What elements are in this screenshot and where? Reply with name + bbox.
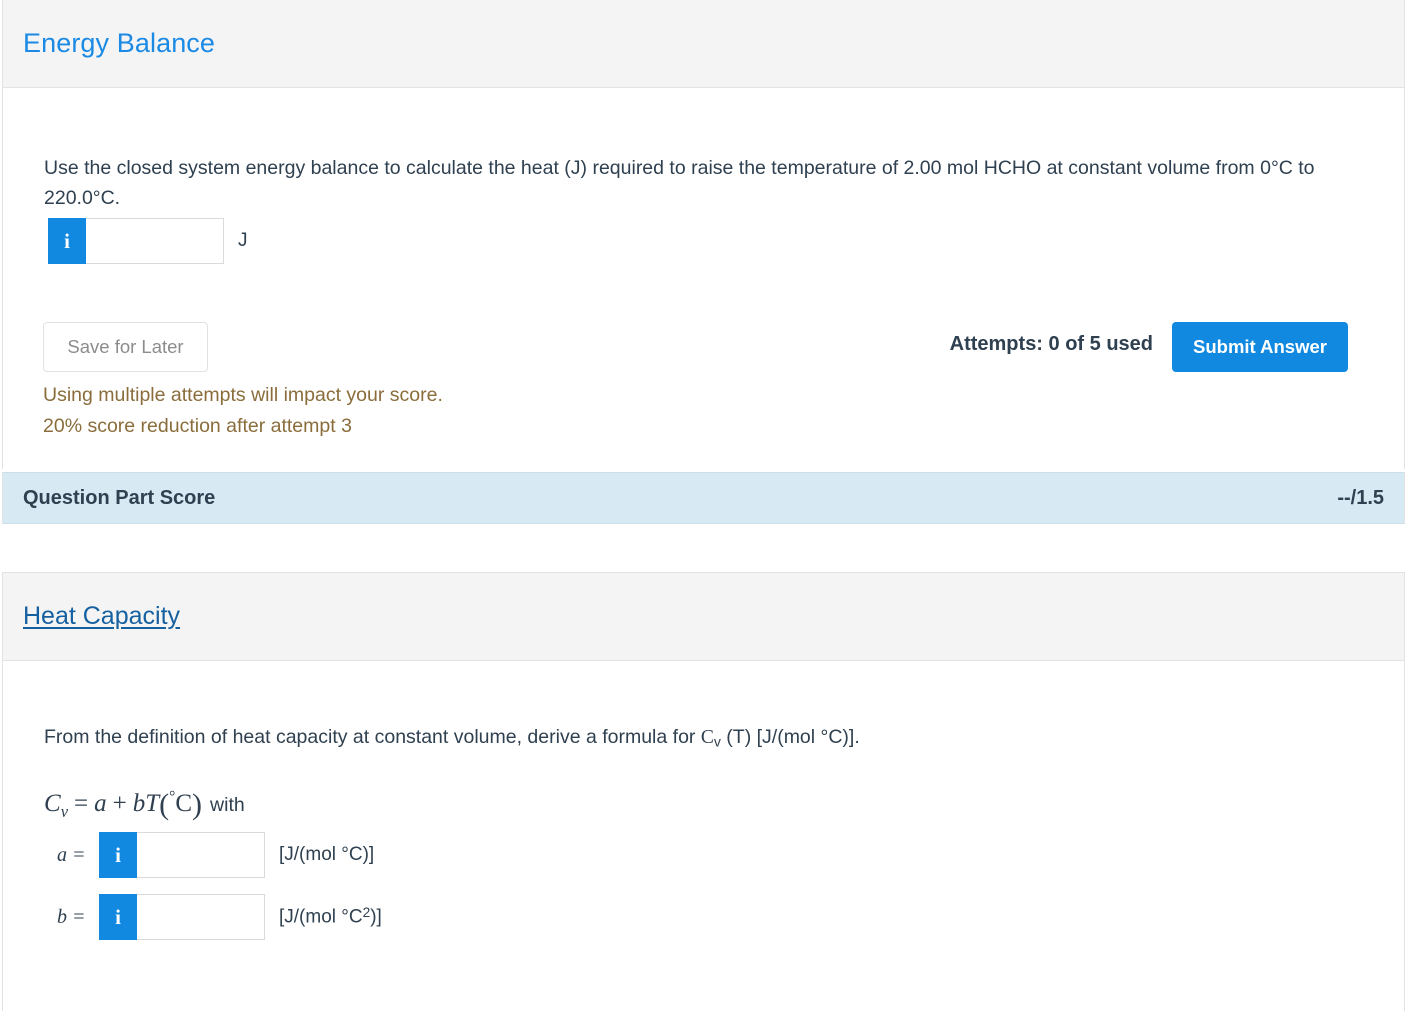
answer-row-heat: i J xyxy=(48,218,248,264)
info-icon[interactable]: i xyxy=(48,218,86,264)
unit-b-tail: )] xyxy=(370,906,382,928)
heat-capacity-link[interactable]: Heat Capacity xyxy=(23,602,180,631)
answer-input-b[interactable] xyxy=(137,894,265,940)
formula-equals: = xyxy=(74,790,89,817)
score-label: Question Part Score xyxy=(23,486,216,509)
formula-lhs: C xyxy=(44,790,61,817)
answer-unit-b: [J/(mol °C2)] xyxy=(279,905,382,929)
formula-celsius: C xyxy=(175,790,193,817)
question-tail: (T) [J/(mol °C)]. xyxy=(720,726,860,748)
formula-open-paren: ( xyxy=(159,788,170,821)
info-icon[interactable]: i xyxy=(99,832,137,878)
question-text-heat-capacity: From the definition of heat capacity at … xyxy=(44,722,1364,757)
answer-unit-a: [J/(mol °C)] xyxy=(279,844,375,865)
cv-subscript: v xyxy=(713,733,721,750)
formula-term-a: a xyxy=(94,790,107,817)
warning-line-2: 20% score reduction after attempt 3 xyxy=(43,415,352,437)
cv-symbol: C xyxy=(700,727,714,748)
submit-answer-button[interactable]: Submit Answer xyxy=(1172,322,1348,372)
answer-row-a: a = i [J/(mol °C)] xyxy=(57,832,374,878)
formula-term-t: T xyxy=(145,790,160,817)
question-part-score-bar: Question Part Score --/1.5 xyxy=(2,472,1405,524)
section-header-energy-balance: Energy Balance xyxy=(2,0,1405,88)
formula-term-b: b xyxy=(132,790,146,817)
heat-capacity-formula: Cv = a + bT(°C) with xyxy=(44,788,245,822)
formula-close-paren: ) xyxy=(192,788,203,821)
save-for-later-button[interactable]: Save for Later xyxy=(43,322,208,372)
formula-lhs-subscript: v xyxy=(60,802,69,821)
question-text-energy-balance: Use the closed system energy balance to … xyxy=(44,157,1315,209)
spacer-between-sections xyxy=(2,524,1405,572)
formula-trailing-text: with xyxy=(210,794,245,816)
info-icon[interactable]: i xyxy=(99,894,137,940)
question-lead: From the definition of heat capacity at … xyxy=(44,726,701,748)
warning-line-1: Using multiple attempts will impact your… xyxy=(43,384,443,406)
section-header-heat-capacity: Heat Capacity xyxy=(2,572,1405,661)
field-label-b: b = xyxy=(57,905,86,928)
answer-unit-heat: J xyxy=(238,230,248,251)
answer-row-b: b = i [J/(mol °C2)] xyxy=(57,894,382,940)
page-title: Energy Balance xyxy=(23,28,216,58)
answer-input-a[interactable] xyxy=(137,832,265,878)
answer-input-heat[interactable] xyxy=(86,218,224,264)
field-label-a: a = xyxy=(57,843,86,866)
unit-b-base: [J/(mol °C xyxy=(279,906,363,928)
attempts-counter: Attempts: 0 of 5 used xyxy=(949,333,1153,355)
status-badge: --/1.5 xyxy=(1337,486,1384,509)
formula-plus: + xyxy=(112,790,127,817)
